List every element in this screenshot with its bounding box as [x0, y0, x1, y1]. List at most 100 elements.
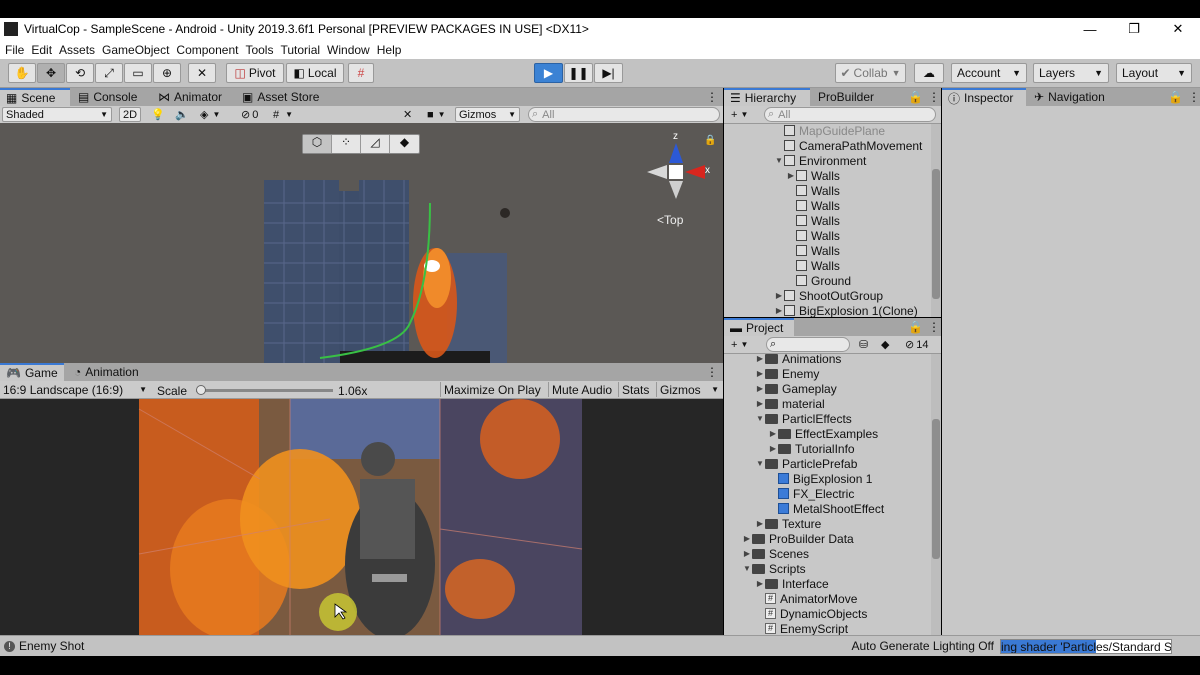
- project-item[interactable]: ▶ ProBuilder Data: [742, 531, 854, 546]
- panel-menu-icon[interactable]: ⋮: [1182, 88, 1200, 106]
- hierarchy-scrollbar[interactable]: [931, 124, 941, 317]
- hand-tool-button[interactable]: ✋: [8, 63, 36, 83]
- menu-window[interactable]: Window: [327, 43, 370, 57]
- hierarchy-scroll-thumb[interactable]: [932, 169, 940, 299]
- menu-tutorial[interactable]: Tutorial: [280, 43, 320, 57]
- lighting-toggle[interactable]: 💡: [148, 107, 170, 122]
- project-item[interactable]: ▶ Scenes: [742, 546, 809, 561]
- scene-gizmo[interactable]: z x <Top: [645, 131, 720, 231]
- project-item[interactable]: MetalShootEffect: [768, 501, 884, 516]
- status-message[interactable]: Enemy Shot: [19, 639, 84, 653]
- expand-right-icon[interactable]: ▶: [755, 519, 765, 528]
- menu-file[interactable]: File: [5, 43, 24, 57]
- tab-hierarchy[interactable]: ☰ Hierarchy: [724, 88, 810, 106]
- expand-right-icon[interactable]: ▶: [768, 444, 778, 453]
- project-item[interactable]: FX_Electric: [768, 486, 854, 501]
- effects-dropdown[interactable]: ◈ ▼: [197, 107, 235, 122]
- hierarchy-item[interactable]: Walls: [786, 198, 840, 213]
- scene-search-input[interactable]: ⌕ All: [528, 107, 720, 122]
- project-scroll-thumb[interactable]: [932, 419, 940, 559]
- expand-right-icon[interactable]: ▶: [755, 369, 765, 378]
- tab-inspector[interactable]: ⓘ Inspector: [942, 88, 1026, 106]
- tab-scene[interactable]: ▦ Scene: [0, 88, 70, 106]
- project-item[interactable]: ▶ TutorialInfo: [768, 441, 855, 456]
- mute-audio-toggle[interactable]: Mute Audio: [548, 382, 618, 397]
- expand-down-icon[interactable]: ▼: [742, 564, 752, 573]
- hierarchy-item[interactable]: Walls: [786, 243, 840, 258]
- close-button[interactable]: ✕: [1156, 18, 1200, 40]
- project-item[interactable]: ▶ Texture: [755, 516, 821, 531]
- shading-mode-dropdown[interactable]: Shaded ▼: [2, 107, 112, 122]
- tab-animation[interactable]: ◔ Animation: [68, 363, 145, 381]
- expand-down-icon[interactable]: ▼: [774, 156, 784, 165]
- step-button[interactable]: ▶|: [594, 63, 623, 83]
- tab-game[interactable]: 🎮 Game: [0, 363, 64, 381]
- hierarchy-item[interactable]: MapGuidePlane: [774, 124, 885, 138]
- game-viewport[interactable]: [0, 399, 723, 635]
- project-item[interactable]: ▶ material: [755, 396, 825, 411]
- tab-navigation[interactable]: ✈ Navigation: [1028, 88, 1111, 106]
- project-item[interactable]: ▶ Animations: [755, 354, 841, 366]
- rect-tool-button[interactable]: ▭: [124, 63, 152, 83]
- hierarchy-item[interactable]: ▶ ShootOutGroup: [774, 288, 883, 303]
- hierarchy-item[interactable]: ▶ Walls: [786, 168, 840, 183]
- cloud-button[interactable]: ☁: [914, 63, 944, 83]
- scale-slider[interactable]: [196, 385, 333, 395]
- filter-type-button[interactable]: ⛁: [856, 337, 874, 352]
- project-item[interactable]: ▶ Gameplay: [755, 381, 837, 396]
- stats-toggle[interactable]: Stats: [618, 382, 655, 397]
- minimize-button[interactable]: —: [1068, 18, 1112, 40]
- custom-tool-button[interactable]: ✕: [188, 63, 216, 83]
- project-item[interactable]: BigExplosion 1: [768, 471, 872, 486]
- scale-tool-button[interactable]: ⤢: [95, 63, 123, 83]
- play-button[interactable]: ▶: [534, 63, 563, 83]
- object-mode-button[interactable]: ⬡: [303, 135, 332, 153]
- account-dropdown[interactable]: Account ▼: [951, 63, 1027, 83]
- restore-button[interactable]: ❐: [1112, 18, 1156, 40]
- tab-probuilder[interactable]: ProBuilder: [812, 88, 880, 106]
- tab-animator[interactable]: ⋈ Animator: [152, 88, 228, 106]
- hierarchy-item[interactable]: ▼ Environment: [774, 153, 866, 168]
- project-search-input[interactable]: ⌕: [766, 337, 850, 352]
- axis-neg-y-cone[interactable]: [669, 181, 683, 199]
- pause-button[interactable]: ❚❚: [564, 63, 593, 83]
- expand-right-icon[interactable]: ▶: [755, 384, 765, 393]
- game-gizmos-dropdown[interactable]: Gizmos ▼: [656, 382, 723, 397]
- audio-toggle[interactable]: 🔈: [172, 107, 194, 122]
- scale-slider-handle[interactable]: [196, 385, 206, 395]
- mode-2d-toggle[interactable]: 2D: [119, 107, 141, 122]
- hierarchy-item[interactable]: Walls: [786, 228, 840, 243]
- expand-right-icon[interactable]: ▶: [755, 399, 765, 408]
- axis-x-cone[interactable]: [685, 165, 705, 179]
- hierarchy-create-button[interactable]: + ▼: [728, 107, 756, 122]
- grid-snap-button[interactable]: #: [348, 63, 374, 83]
- axis-z-cone[interactable]: [669, 143, 683, 163]
- project-item[interactable]: ▼ ParticlePrefab: [755, 456, 857, 471]
- project-item[interactable]: ▼ Scripts: [742, 561, 806, 576]
- expand-right-icon[interactable]: ▶: [786, 171, 796, 180]
- menu-tools[interactable]: Tools: [245, 43, 273, 57]
- project-create-button[interactable]: + ▼: [728, 337, 756, 352]
- project-item[interactable]: ▼ ParticlEffects: [755, 411, 852, 426]
- project-item[interactable]: ▶ EffectExamples: [768, 426, 878, 441]
- maximize-on-play-toggle[interactable]: Maximize On Play: [440, 382, 547, 397]
- axis-neg-x-cone[interactable]: [647, 165, 667, 179]
- hierarchy-item[interactable]: ▶ BigExplosion 1(Clone): [774, 303, 918, 318]
- layers-dropdown[interactable]: Layers ▼: [1033, 63, 1109, 83]
- vertex-mode-button[interactable]: ⁘: [332, 135, 361, 153]
- gizmos-dropdown[interactable]: Gizmos ▼: [455, 107, 520, 122]
- project-item[interactable]: ▶ Interface: [755, 576, 829, 591]
- pivot-button[interactable]: ◫ Pivot: [226, 63, 284, 83]
- menu-gameobject[interactable]: GameObject: [102, 43, 169, 57]
- grid-dropdown[interactable]: # ▼: [270, 107, 306, 122]
- tab-asset-store[interactable]: ▣ Asset Store: [236, 88, 325, 106]
- menu-assets[interactable]: Assets: [59, 43, 95, 57]
- gizmo-center-cube[interactable]: [669, 165, 683, 179]
- hidden-objects-toggle[interactable]: ⊘ 0: [238, 107, 268, 122]
- hierarchy-item[interactable]: Walls: [786, 258, 840, 273]
- camera-dropdown[interactable]: ■ ▼: [424, 107, 454, 122]
- tab-console[interactable]: ▤ Console: [72, 88, 143, 106]
- hidden-packages-toggle[interactable]: ⊘ 14: [902, 337, 938, 352]
- move-tool-button[interactable]: ✥: [37, 63, 65, 83]
- hierarchy-item[interactable]: Ground: [786, 273, 851, 288]
